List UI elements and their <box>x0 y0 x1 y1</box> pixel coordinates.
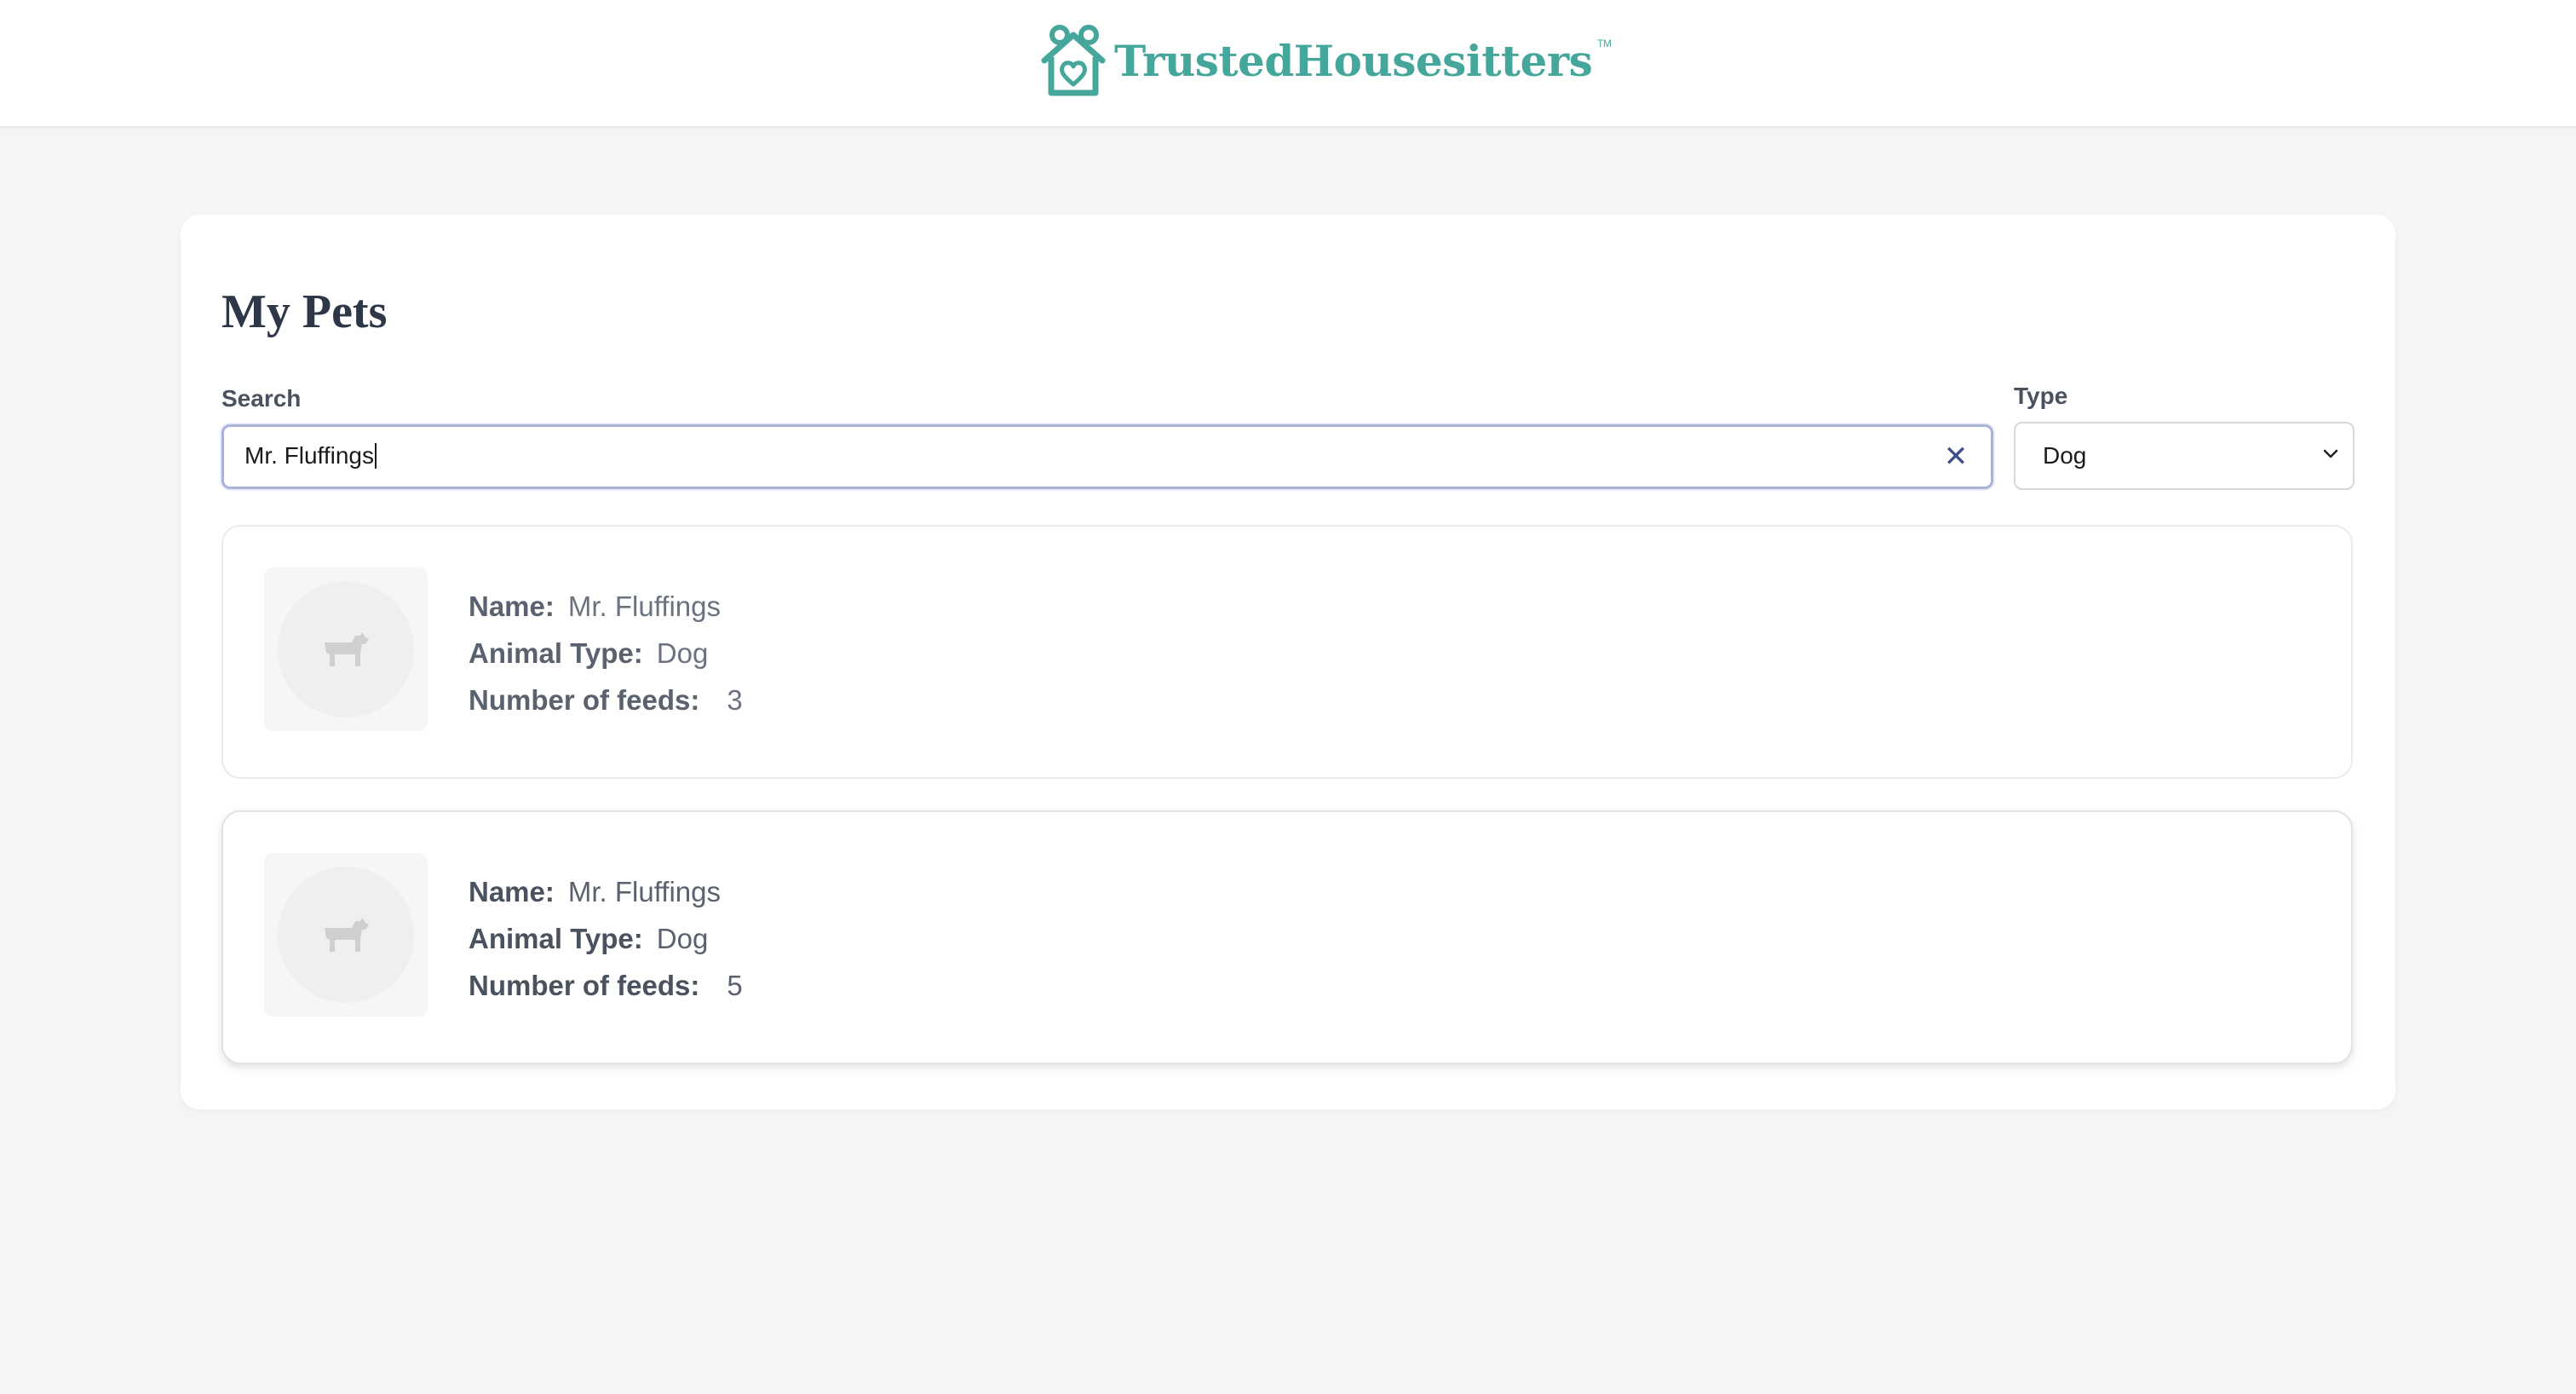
trustedhousesitters-logo[interactable]: TrustedHousesitters TM <box>1038 22 1612 99</box>
pet-feeds: 3 <box>727 684 743 716</box>
pet-type-row: Animal Type: Dog <box>469 915 743 962</box>
search-input-value[interactable]: Mr. Fluffings <box>244 442 377 469</box>
pet-animal-type: Dog <box>656 637 709 669</box>
chevron-down-icon[interactable] <box>2320 444 2341 464</box>
pet-card[interactable]: Name: Mr. Fluffings Animal Type: Dog Num… <box>221 810 2353 1064</box>
pet-feeds-row: Number of feeds: 5 <box>469 962 743 1009</box>
pet-avatar <box>278 867 414 1003</box>
pet-feeds-row: Number of feeds: 3 <box>469 677 743 723</box>
house-heart-logo-icon <box>1041 25 1106 96</box>
pet-animal-type: Dog <box>656 923 709 954</box>
pet-thumbnail <box>264 567 428 731</box>
name-label: Name: <box>469 876 555 907</box>
page-title: My Pets <box>221 285 388 338</box>
logo-wordmark: TrustedHousesitters TM <box>1114 35 1612 86</box>
name-label: Name: <box>469 590 555 622</box>
pet-type-row: Animal Type: Dog <box>469 630 743 677</box>
dog-icon <box>325 632 369 666</box>
pet-name-row: Name: Mr. Fluffings <box>469 583 743 630</box>
animal-type-label: Animal Type: <box>469 637 643 669</box>
type-label: Type <box>2014 383 2068 409</box>
pet-avatar <box>278 581 414 717</box>
logo-trademark: TM <box>1597 37 1612 49</box>
search-label: Search <box>221 385 302 412</box>
feeds-label: Number of feeds: <box>469 684 700 716</box>
type-select-value[interactable]: Dog <box>2043 442 2086 469</box>
pet-info: Name: Mr. Fluffings Animal Type: Dog Num… <box>469 583 743 723</box>
top-navbar: TrustedHousesitters TM <box>0 0 2576 127</box>
my-pets-card: My Pets Search Mr. Fluffings ✕ Type Dog … <box>181 215 2395 1109</box>
type-select[interactable]: Dog <box>2014 422 2355 490</box>
pet-name: Mr. Fluffings <box>567 876 721 907</box>
pet-name-row: Name: Mr. Fluffings <box>469 868 743 915</box>
pet-card[interactable]: Name: Mr. Fluffings Animal Type: Dog Num… <box>221 525 2353 779</box>
dog-icon <box>325 918 369 952</box>
pet-thumbnail <box>264 853 428 1017</box>
animal-type-label: Animal Type: <box>469 923 643 954</box>
pet-feeds: 5 <box>727 970 743 1001</box>
search-input[interactable]: Mr. Fluffings ✕ <box>221 424 1993 489</box>
close-icon[interactable]: ✕ <box>1943 442 1969 471</box>
feeds-label: Number of feeds: <box>469 970 700 1001</box>
pet-info: Name: Mr. Fluffings Animal Type: Dog Num… <box>469 868 743 1009</box>
pet-name: Mr. Fluffings <box>567 590 721 622</box>
